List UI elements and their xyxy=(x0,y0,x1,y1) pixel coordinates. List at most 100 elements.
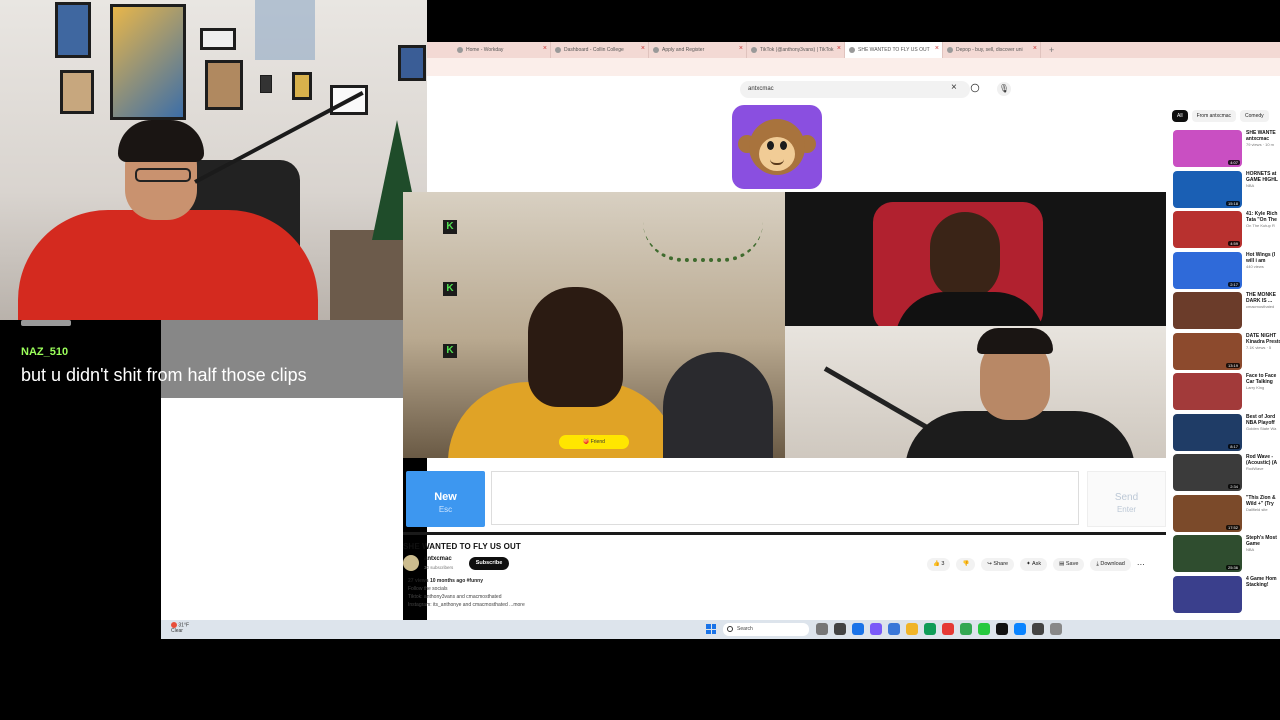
browser-tab[interactable]: Depop - buy, sell, discover uni × xyxy=(943,42,1041,58)
kick-icon: K xyxy=(443,282,457,296)
more-icon[interactable]: ⋯ xyxy=(1137,560,1145,569)
streamer-hair xyxy=(118,120,204,162)
video-info: Face to Face Car Talking Larry King xyxy=(1246,373,1280,414)
progress-bar[interactable] xyxy=(403,532,1166,535)
recommended-video[interactable]: 2:17 Hot Wings (I will i am 440 views xyxy=(1173,251,1280,293)
taskbar-app-icon[interactable] xyxy=(1032,623,1044,635)
tab-close-icon[interactable]: × xyxy=(641,45,645,52)
tab-close-icon[interactable]: × xyxy=(935,45,939,52)
tab-close-icon[interactable]: × xyxy=(543,45,547,52)
video-thumbnail[interactable] xyxy=(1173,373,1242,410)
recommended-video[interactable]: 4:07 SHE WANTE antxcmac 79 views · 10 m xyxy=(1173,130,1280,171)
taskbar-app-icon[interactable] xyxy=(906,623,918,635)
browser-window: Home - Workday × Dashboard - Collin Colleg… xyxy=(403,42,1280,620)
share-button[interactable]: ↪ Share xyxy=(981,558,1015,571)
video-thumbnail[interactable]: 25:36 xyxy=(1173,535,1242,572)
message-input[interactable] xyxy=(491,471,1079,525)
recommended-video[interactable]: THE MONKE DARK IS ... cmacmosthated xyxy=(1173,292,1280,333)
taskbar-app-icon[interactable] xyxy=(978,623,990,635)
filter-chip[interactable]: From antxcmac xyxy=(1191,110,1237,122)
recommended-video[interactable]: 4 Game Hom Stacking! xyxy=(1173,575,1280,617)
friend-pill[interactable]: 🍑 Friend xyxy=(559,435,629,449)
weather-widget[interactable]: 31°F Clear xyxy=(171,622,189,634)
video-thumbnail[interactable]: 4:59 xyxy=(1173,211,1242,248)
video-description[interactable]: 27 views 10 months ago #funny Follow the… xyxy=(403,578,1163,620)
video-info: Steph's Most Game NBA xyxy=(1246,535,1280,576)
tab-close-icon[interactable]: × xyxy=(837,45,841,52)
download-button[interactable]: ⤓ Download xyxy=(1090,558,1131,571)
like-button[interactable]: 👍 3 xyxy=(927,558,951,571)
mic-icon[interactable]: 🎙 xyxy=(997,82,1011,96)
video-thumbnail[interactable]: 2:17 xyxy=(1173,251,1242,289)
filter-chip[interactable]: All xyxy=(1172,110,1188,122)
new-chat-button[interactable]: New Esc xyxy=(406,471,485,527)
recommended-video[interactable]: 15:18 HORNETS at GAME HIGHL NBA xyxy=(1173,170,1280,212)
video-thumbnail[interactable]: 4:07 xyxy=(1173,130,1242,167)
filter-chip[interactable]: Comedy xyxy=(1240,110,1269,122)
taskbar-app-icon[interactable] xyxy=(852,623,864,635)
rec-title: HORNETS at xyxy=(1246,170,1277,177)
search-icon[interactable] xyxy=(970,83,980,93)
dislike-button[interactable]: 👎 xyxy=(956,558,976,571)
video-thumbnail[interactable] xyxy=(1173,575,1242,613)
ask-button[interactable]: ✦ Ask xyxy=(1020,558,1048,571)
taskbar-app-icon[interactable] xyxy=(888,623,900,635)
taskbar-app-icon[interactable] xyxy=(870,623,882,635)
subscriber-count: 30 subscribers xyxy=(424,565,454,570)
clear-search-icon[interactable]: × xyxy=(951,82,957,93)
browser-tab[interactable]: Apply and Register × xyxy=(649,42,747,58)
video-thumbnail[interactable]: 13:19 xyxy=(1173,332,1242,370)
save-button[interactable]: ▤ Save xyxy=(1053,558,1085,571)
rec-title: DATE NIGHT xyxy=(1246,332,1277,339)
new-tab-button[interactable]: + xyxy=(1049,45,1054,55)
monkey-eye xyxy=(780,141,787,150)
taskbar-search[interactable]: Search xyxy=(723,623,809,636)
rec-meta: Golden State Wa xyxy=(1246,425,1277,431)
browser-tab[interactable]: Home - Workday × xyxy=(453,42,551,58)
channel-avatar[interactable] xyxy=(403,555,419,571)
send-button[interactable]: Send Enter xyxy=(1087,471,1166,527)
video-thumbnail[interactable] xyxy=(1173,292,1242,329)
browser-tab[interactable]: SHE WANTED TO FLY US OUT × xyxy=(845,42,943,58)
rec-title-line: Stacking! xyxy=(1246,581,1269,588)
start-icon[interactable] xyxy=(706,624,716,634)
subscribe-button[interactable]: Subscribe xyxy=(469,557,509,570)
video-feed-left: K K K 🍑 Friend xyxy=(403,192,785,458)
browser-tab[interactable]: TikTok (@anthony3vans) | TikTok × xyxy=(747,42,845,58)
recommended-video[interactable]: 2:34 Rod Wave - (Acoustic) (A RodWave xyxy=(1173,454,1280,495)
tab-favicon-icon xyxy=(751,47,757,53)
taskbar-app-icon[interactable] xyxy=(942,623,954,635)
recommended-video[interactable]: 4:59 41: Kyle Rich Tata "On The On The Kutu… xyxy=(1173,211,1280,252)
video-info: Best of Jord NBA Playoff Golden State Wa xyxy=(1246,414,1280,455)
recommended-video[interactable]: 17:52 "This Zion & Wild +" (Try Dallfield s… xyxy=(1173,494,1280,536)
video-thumbnail[interactable]: 17:52 xyxy=(1173,494,1242,532)
taskbar-app-icon[interactable] xyxy=(1050,623,1062,635)
video-meta: 27 views 10 months ago #funny xyxy=(408,578,484,584)
taskbar-app-icon[interactable] xyxy=(1014,623,1026,635)
wall-poster xyxy=(60,70,94,114)
recommended-video[interactable]: 13:19 DATE NIGHTKinadra Preston7.1K views… xyxy=(1173,332,1280,374)
tab-close-icon[interactable]: × xyxy=(1033,45,1037,52)
recommendations-list: 4:07 SHE WANTE antxcmac 79 views · 10 m 15:1… xyxy=(1173,130,1280,616)
address-bar[interactable] xyxy=(427,58,1280,76)
taskbar-app-icon[interactable] xyxy=(924,623,936,635)
recommended-video[interactable]: Face to Face Car Talking Larry King xyxy=(1173,373,1280,414)
video-thumbnail[interactable]: 8:17 xyxy=(1173,413,1242,451)
tab-close-icon[interactable]: × xyxy=(739,45,743,52)
channel-name[interactable]: antxcmac xyxy=(424,556,452,562)
windows-taskbar: 31°F Clear Search xyxy=(161,620,1280,639)
weather-desc: Clear xyxy=(171,628,183,635)
taskbar-app-icon[interactable] xyxy=(996,623,1008,635)
taskbar-app-icon[interactable] xyxy=(816,623,828,635)
recommended-video[interactable]: 25:36 Steph's Most Game NBA xyxy=(1173,535,1280,576)
recommended-video[interactable]: 8:17 Best of Jord NBA Playoff Golden State … xyxy=(1173,413,1280,455)
tab-label: Home - Workday xyxy=(466,47,504,53)
tab-label: Apply and Register xyxy=(662,47,705,53)
video-thumbnail[interactable]: 15:18 xyxy=(1173,170,1242,208)
streamer-glasses xyxy=(135,168,191,182)
browser-tab[interactable]: Dashboard - Collin College × xyxy=(551,42,649,58)
video-thumbnail[interactable]: 2:34 xyxy=(1173,454,1242,491)
youtube-search-input[interactable]: antxcmac xyxy=(740,81,970,98)
taskbar-app-icon[interactable] xyxy=(960,623,972,635)
taskbar-app-icon[interactable] xyxy=(834,623,846,635)
